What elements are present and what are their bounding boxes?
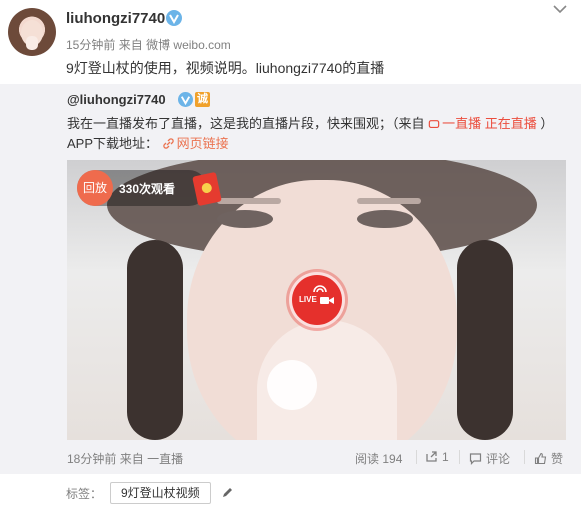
reads-stat: 阅读 194 — [355, 450, 402, 467]
repost-card: @liuhongzi7740 诚 我在一直播发布了直播，这是我的直播片段，快来围… — [0, 84, 581, 474]
video-eye-right — [357, 210, 413, 228]
like-button[interactable]: 赞 — [534, 450, 563, 467]
avatar[interactable] — [8, 8, 56, 56]
reads-label: 阅读 — [355, 452, 380, 466]
video-flower — [267, 360, 317, 410]
live-app-link[interactable]: 一直播 正在直播 — [428, 116, 540, 131]
share-count: 1 — [442, 450, 449, 464]
repost-footer: 18分钟前 来自 一直播 阅读 194 1 评论 赞 — [67, 440, 566, 474]
camera-icon — [320, 297, 334, 304]
like-label: 赞 — [551, 452, 564, 466]
repost-time[interactable]: 18分钟前 — [67, 452, 116, 466]
live-app-link-label: 一直播 正在直播 — [442, 116, 537, 131]
video-braid-right — [457, 240, 513, 440]
post-time[interactable]: 15分钟前 — [66, 38, 115, 52]
tv-icon — [428, 120, 440, 129]
tag-item[interactable]: 9灯登山杖视频 — [110, 482, 211, 504]
video-brow-left — [217, 198, 281, 204]
repost-text-before: 我在一直播发布了直播，这是我的直播片段，快来围观；（来自 — [67, 116, 425, 131]
cheng-badge: 诚 — [195, 92, 210, 107]
video-brow-right — [357, 198, 421, 204]
divider — [524, 450, 525, 464]
post-meta: 15分钟前 来自 微博 weibo.com — [66, 36, 231, 53]
video-braid-left — [127, 240, 183, 440]
live-label: LIVE — [299, 295, 317, 304]
replay-badge: 回放 330次观看 — [77, 170, 222, 207]
pencil-icon[interactable] — [221, 486, 234, 499]
share-button[interactable]: 1 — [425, 450, 449, 464]
web-link[interactable]: 网页链接 — [162, 136, 229, 151]
post-client[interactable]: 微博 weibo.com — [146, 38, 231, 52]
thumbs-up-icon — [534, 452, 547, 465]
web-link-label: 网页链接 — [176, 136, 229, 151]
view-count: 330次观看 — [119, 182, 176, 196]
avatar-hand — [26, 36, 38, 50]
comment-icon — [469, 453, 482, 465]
video-eye-left — [217, 210, 273, 228]
tags-label: 标签： — [66, 487, 103, 501]
replay-label: 回放 — [77, 170, 113, 206]
divider — [459, 450, 460, 464]
repost-client[interactable]: 一直播 — [147, 452, 183, 466]
comment-label: 评论 — [486, 452, 511, 466]
verified-icon — [178, 92, 193, 107]
repost-from-label: 来自 — [119, 452, 144, 466]
chevron-down-icon[interactable] — [553, 4, 567, 14]
live-video-player[interactable]: 回放 330次观看 LIVE — [67, 160, 566, 440]
link-icon — [162, 138, 174, 149]
reads-count: 194 — [382, 452, 403, 466]
divider — [416, 450, 417, 464]
broadcast-icon — [313, 285, 327, 293]
comment-button[interactable]: 评论 — [469, 450, 510, 467]
from-label: 来自 — [118, 38, 143, 52]
repost-username[interactable]: @liuhongzi7740 — [67, 92, 166, 107]
verified-icon — [166, 10, 182, 26]
post-header: liuhongzi7740 15分钟前 来自 微博 weibo.com 9灯登山… — [0, 0, 581, 86]
repost-text: 我在一直播发布了直播，这是我的直播片段，快来围观；（来自 一直播 正在直播 ）A… — [67, 114, 567, 154]
share-icon — [426, 451, 437, 462]
post-text: 9灯登山杖的使用，视频说明。liuhongzi7740的直播 — [66, 60, 385, 76]
repost-meta: 18分钟前 来自 一直播 — [67, 450, 183, 467]
live-play-button[interactable]: LIVE — [289, 272, 345, 328]
username[interactable]: liuhongzi7740 — [66, 10, 165, 27]
